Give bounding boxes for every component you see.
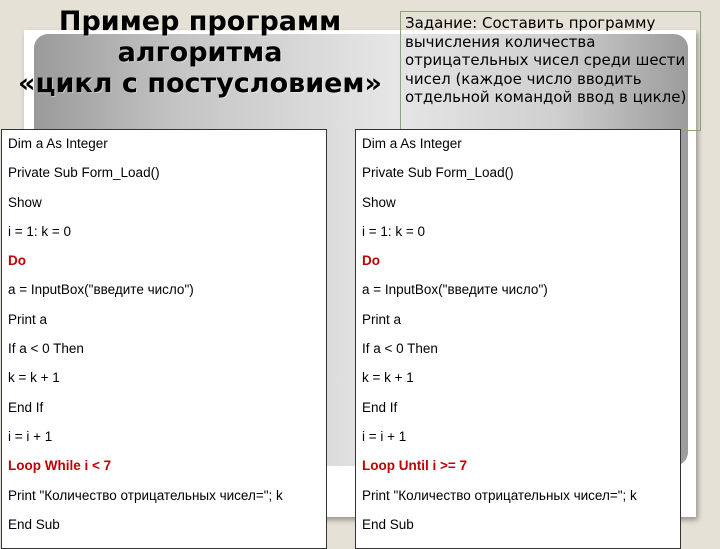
code-line: If a < 0 Then	[8, 341, 84, 357]
code-line-keyword: Loop While i < 7	[8, 458, 112, 474]
title-line: алгоритма	[117, 37, 283, 68]
code-line: Dim a As Integer	[8, 136, 108, 151]
code-line: Print a	[362, 311, 402, 327]
code-line: Private Sub Form_Load()	[362, 165, 514, 181]
code-line: a = InputBox("введите число")	[362, 282, 548, 298]
title-line: «цикл с постусловием»	[18, 68, 382, 99]
code-line: End If	[8, 399, 44, 415]
code-line: i = i + 1	[362, 428, 407, 444]
code-line: End Sub	[8, 516, 60, 532]
code-line: Show	[8, 194, 42, 210]
code-block-loop-while: Dim a As Integer Private Sub Form_Load() S…	[1, 129, 327, 549]
code-line: Print "Количество отрицательных чисел=";…	[362, 487, 637, 503]
code-line: k = k + 1	[8, 370, 60, 386]
code-line: Print "Количество отрицательных чисел=";…	[8, 487, 283, 503]
slide-title: Пример программ алгоритма «цикл с постус…	[0, 6, 400, 99]
code-block-loop-until: Dim a As Integer Private Sub Form_Load() S…	[355, 129, 681, 549]
code-line: Private Sub Form_Load()	[8, 165, 160, 181]
code-line: i = i + 1	[8, 428, 53, 444]
code-line: End Sub	[362, 516, 414, 532]
code-line: i = 1: k = 0	[8, 223, 72, 239]
task-description: Задание: Составить программу вычисления …	[400, 11, 701, 131]
code-line: If a < 0 Then	[362, 341, 438, 357]
code-line-keyword: Do	[362, 253, 380, 269]
code-line: k = k + 1	[362, 370, 414, 386]
title-line: Пример программ	[58, 6, 342, 37]
code-line: End If	[362, 399, 398, 415]
code-line-keyword: Loop Until i >= 7	[362, 458, 468, 474]
code-line: Dim a As Integer	[362, 136, 462, 151]
code-line: Show	[362, 194, 396, 210]
code-line: a = InputBox("введите число")	[8, 282, 194, 298]
code-line: i = 1: k = 0	[362, 223, 426, 239]
code-line: Print a	[8, 311, 48, 327]
code-line-keyword: Do	[8, 253, 26, 269]
